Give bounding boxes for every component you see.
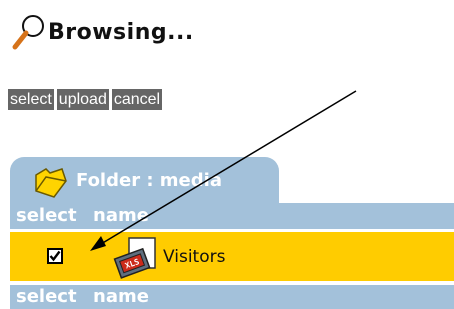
page-title: Browsing...: [48, 19, 194, 45]
row-select-checkbox[interactable]: [47, 248, 63, 264]
column-header-select: select: [16, 205, 77, 226]
xls-file-icon: XLS: [113, 237, 156, 279]
checkmark-icon: [49, 250, 61, 262]
table-footer: select name: [10, 285, 454, 309]
footer-column-select: select: [16, 286, 77, 307]
row-file-name[interactable]: Visitors: [163, 247, 225, 267]
table-header: select name: [10, 203, 454, 229]
magnifier-icon: [12, 15, 44, 50]
folder-icon: [35, 168, 67, 198]
folder-tab-label: Folder : media: [76, 170, 222, 191]
action-toolbar: select upload cancel: [8, 89, 163, 110]
footer-column-name: name: [93, 286, 149, 307]
folder-tab[interactable]: Folder : media: [10, 157, 279, 203]
cancel-button[interactable]: cancel: [111, 89, 163, 110]
upload-button[interactable]: upload: [56, 89, 109, 110]
page-header: Browsing...: [8, 12, 194, 52]
column-header-name: name: [93, 205, 149, 226]
table-row[interactable]: XLS Visitors: [10, 232, 454, 281]
select-button[interactable]: select: [8, 89, 54, 110]
